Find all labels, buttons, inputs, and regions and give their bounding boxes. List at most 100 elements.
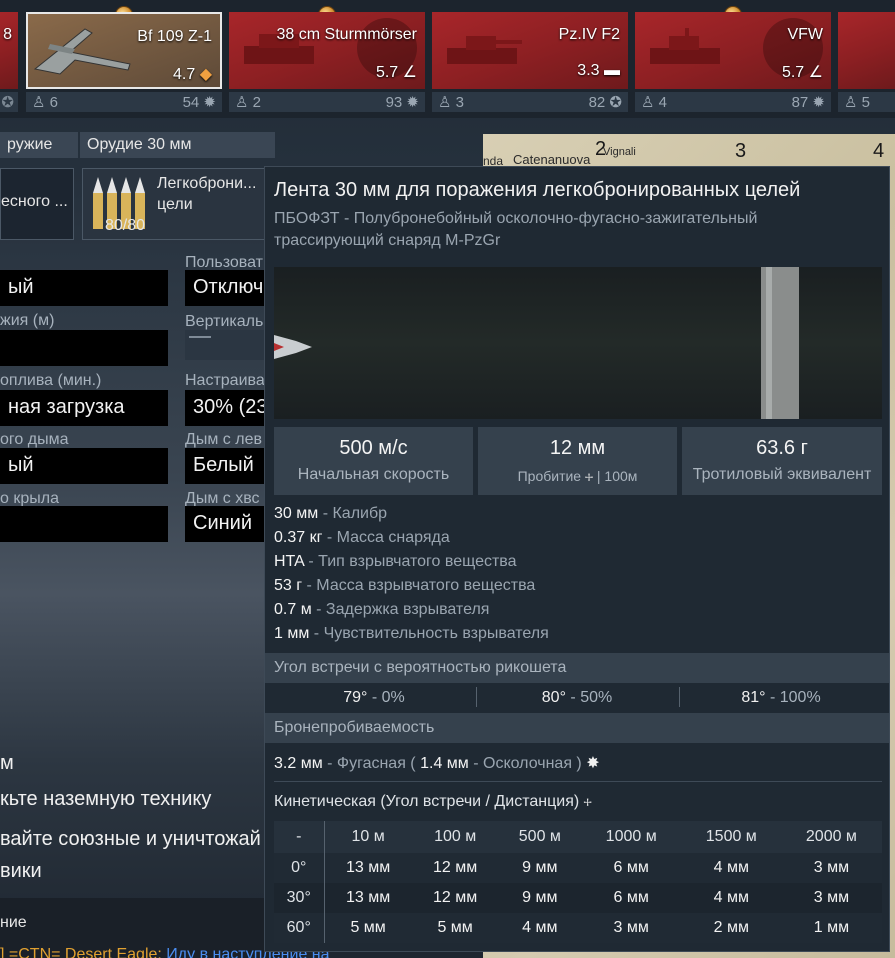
smoke-dropdown[interactable]: ый xyxy=(0,448,168,484)
explosion-icon: ✸ xyxy=(586,755,600,772)
table-cell: 5 мм xyxy=(324,913,412,943)
rank-icon: ✪ xyxy=(609,94,622,111)
table-cell: 4 мм xyxy=(681,883,782,913)
rank-value: 87 ✹ xyxy=(791,94,825,111)
table-cell: 9 мм xyxy=(498,883,582,913)
unit-card[interactable]: Bf 109 Z-1 4.7 ◆ xyxy=(26,12,222,89)
setting-label: ого дыма xyxy=(0,431,69,448)
chat-panel[interactable]: ние ] =CTN= Desert Eagle: Иду в наступле… xyxy=(0,898,330,958)
table-cell: 3 мм xyxy=(781,853,882,883)
tooltip-title: Лента 30 мм для поражения легкобронирова… xyxy=(274,179,801,201)
tab-weapons[interactable]: ружие xyxy=(0,132,78,158)
unit-card[interactable]: 8 xyxy=(0,12,18,89)
unit-slot[interactable]: ♙ 5 xyxy=(838,12,895,112)
crew-count: ♙ 6 xyxy=(32,94,58,111)
vertical-slider[interactable] xyxy=(185,330,265,360)
chat-header: ние xyxy=(0,914,27,931)
table-cell: 3 мм xyxy=(581,913,682,943)
mission-objective: кьте наземную технику xyxy=(0,788,212,810)
fuel-dropdown[interactable]: ная загрузка xyxy=(0,390,168,426)
angle-cell: 0° xyxy=(274,853,325,883)
battle-rating: 8 xyxy=(3,26,12,43)
distance-header: 1500 м xyxy=(681,821,782,853)
rank-icon: ✹ xyxy=(203,94,216,111)
unit-card[interactable]: VFW 5.7 ∠ xyxy=(635,12,831,89)
ammo-slot-selected[interactable]: Легкоброни... цели 80/80 xyxy=(82,168,272,240)
unit-name: Bf 109 Z-1 xyxy=(137,28,212,45)
unit-info-bar: ♙ 6 54 ✹ xyxy=(26,92,222,112)
projectile-animation xyxy=(274,267,799,419)
stat-value: 12 мм xyxy=(549,437,606,459)
kinetic-shell-icon: ⧾ xyxy=(584,468,593,485)
unit-slot-bf109[interactable]: Bf 109 Z-1 4.7 ◆ ♙ 6 54 ✹ xyxy=(26,6,222,112)
crew-count: ♙ 3 xyxy=(438,94,464,111)
map-place-label: Catenanuova xyxy=(513,152,591,167)
spaa-icon xyxy=(650,28,720,64)
ricochet-item: 79° - 0% xyxy=(343,689,405,706)
battle-rating: 5.7 ∠ xyxy=(375,64,417,81)
stat-label: Пробитие ⧾ | 100м xyxy=(517,468,638,485)
rank-icon: ✹ xyxy=(812,94,825,111)
kinetic-shell-icon: ⧾ xyxy=(583,793,592,810)
table-header-row: - 10 м 100 м 500 м 1000 м 1500 м 2000 м xyxy=(274,821,882,853)
table-cell: 13 мм xyxy=(324,883,412,913)
property-fuse-delay: 0.7 м - Задержка взрывателя xyxy=(274,601,490,618)
unit-info-bar: ♙ 4 87 ✹ xyxy=(635,92,831,112)
unit-info-bar: ♙ 5 xyxy=(838,92,895,112)
tail-smoke-dropdown[interactable]: Синий xyxy=(185,506,265,542)
table-row: 60° 5 мм 5 мм 4 мм 3 мм 2 мм 1 мм xyxy=(274,913,882,943)
setting-dropdown[interactable]: 30% (23 xyxy=(185,390,265,426)
tnt-equivalent-stat: 63.6 г Тротиловый эквивалент xyxy=(682,427,882,495)
penetration-section-header: Бронепробиваемость xyxy=(265,713,889,743)
stat-label: Начальная скорость xyxy=(297,466,450,483)
chat-sender: ] =CTN= Desert Eagle: xyxy=(0,946,162,958)
unit-info-bar: ✪ xyxy=(0,92,18,112)
table-cell: 6 мм xyxy=(581,853,682,883)
map-grid-number: 3 xyxy=(735,140,747,162)
battle-rating: 4.7 ◆ xyxy=(172,66,212,83)
unit-card[interactable]: Pz.IV F2 3.3 ▬ xyxy=(432,12,628,89)
setting-dropdown[interactable]: Отключ xyxy=(185,270,265,306)
unit-info-bar: ♙ 3 82 ✪ xyxy=(432,92,628,112)
left-smoke-dropdown[interactable]: Белый xyxy=(185,448,265,484)
map-grid-number: 2 xyxy=(595,138,607,160)
table-cell: 2 мм xyxy=(681,913,782,943)
angle-cell: 30° xyxy=(274,883,325,913)
unit-slot-sturmmorser[interactable]: 38 cm Sturmmörser 5.7 ∠ ♙ 2 93 ✹ xyxy=(229,6,425,112)
table-cell: 13 мм xyxy=(324,853,412,883)
map-place-label: Vignali xyxy=(603,146,636,158)
ammo-slot-left[interactable]: есного ... xyxy=(0,168,74,240)
unit-slot-pz4f2[interactable]: Pz.IV F2 3.3 ▬ ♙ 3 82 ✪ xyxy=(432,12,628,112)
crew-count: ♙ 2 xyxy=(235,94,261,111)
stat-value: 63.6 г xyxy=(756,437,808,459)
unit-card[interactable]: 38 cm Sturmmörser 5.7 ∠ xyxy=(229,12,425,89)
setting-label: Настраива xyxy=(185,372,265,389)
property-explosive-type: HTA - Тип взрывчатого вещества xyxy=(274,553,517,570)
setting-label: Дым с лев xyxy=(185,431,262,448)
setting-slider[interactable] xyxy=(0,330,168,366)
mission-objective: вики xyxy=(0,860,42,882)
table-cell: 4 мм xyxy=(498,913,582,943)
mission-objective: вайте союзные и уничтожай xyxy=(0,828,261,850)
shell-preview xyxy=(274,267,882,419)
tab-cannon-30mm[interactable]: Орудие 30 мм xyxy=(80,132,275,158)
setting-dropdown[interactable]: ый xyxy=(0,270,168,306)
stat-value: 500 м/с xyxy=(339,437,408,459)
ricochet-item: 81° - 100% xyxy=(741,689,821,706)
unit-card[interactable] xyxy=(838,12,895,89)
unit-slot[interactable]: 8 ✪ xyxy=(0,12,18,112)
table-cell: 9 мм xyxy=(498,853,582,883)
kinetic-penetration-title: Кинетическая (Угол встречи / Дистанция) … xyxy=(274,793,592,810)
rank-icon: ✹ xyxy=(406,94,419,111)
property-caliber: 30 мм - Калибр xyxy=(274,505,388,522)
unit-name: 38 cm Sturmmörser xyxy=(276,26,417,43)
unit-name: Pz.IV F2 xyxy=(558,26,620,43)
property-shell-mass: 0.37 кг - Масса снаряда xyxy=(274,529,450,546)
wing-smoke-dropdown[interactable] xyxy=(0,506,168,542)
unit-slot-vfw[interactable]: VFW 5.7 ∠ ♙ 4 87 ✹ xyxy=(635,6,831,112)
muzzle-velocity-stat: 500 м/с Начальная скорость xyxy=(274,427,473,495)
ricochet-section-header: Угол встречи с вероятностью рикошета xyxy=(265,653,889,683)
distance-header: 10 м xyxy=(324,821,412,853)
table-cell: 6 мм xyxy=(581,883,682,913)
aircraft-icon xyxy=(33,28,131,75)
